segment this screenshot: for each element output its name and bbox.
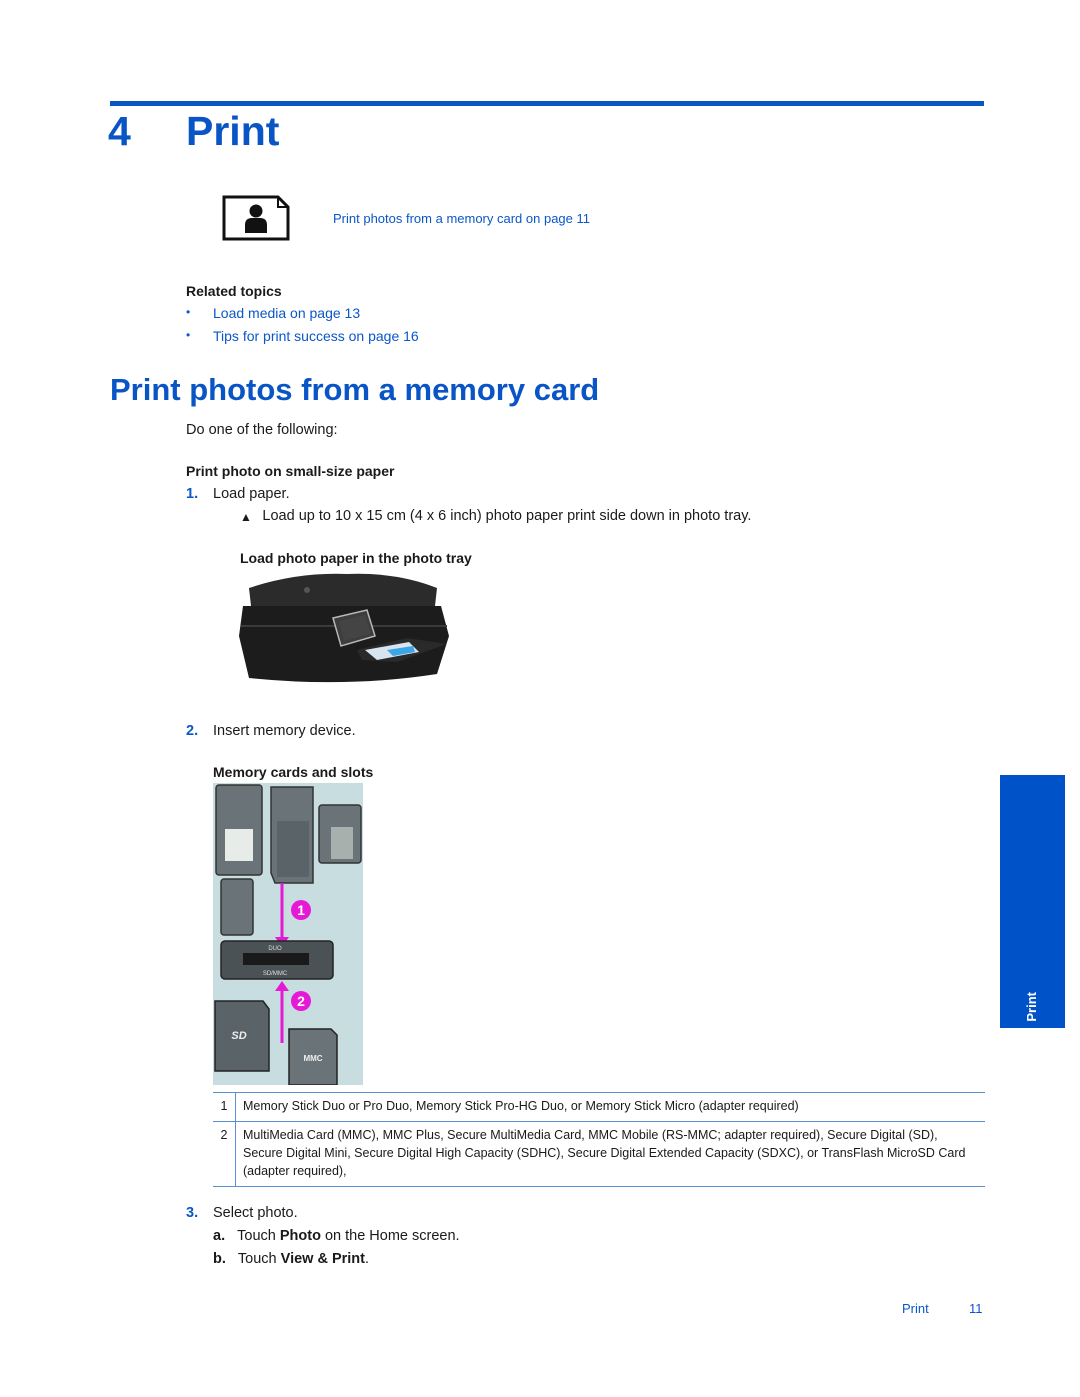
substep: b. Touch View & Print.: [213, 1251, 370, 1267]
ui-term-photo: Photo: [279, 1228, 321, 1244]
step-note: Load up to 10 x 15 cm (4 x 6 inch) photo…: [262, 508, 752, 524]
chapter-number: 4: [108, 108, 131, 154]
callout-1-label: 1: [297, 902, 305, 918]
substep-letter: a.: [213, 1228, 226, 1244]
sd-card-label: SD: [231, 1030, 246, 1042]
related-link-load-media[interactable]: Load media on page 13: [213, 305, 360, 321]
slot-label-sdmmc: SD/MMC: [263, 971, 288, 977]
step-text: Insert memory device.: [213, 723, 356, 739]
table-row: 1 Memory Stick Duo or Pro Duo, Memory St…: [213, 1092, 985, 1122]
substep-letter: b.: [213, 1251, 226, 1267]
footer-section-name: Print: [902, 1301, 929, 1316]
figure-caption-memory-cards: Memory cards and slots: [213, 764, 374, 780]
slot-label-duo: DUO: [268, 946, 282, 952]
chapter-side-tab: Print: [1000, 775, 1065, 1028]
table-cell-description: Memory Stick Duo or Pro Duo, Memory Stic…: [243, 1099, 799, 1113]
step-number: 2.: [186, 723, 199, 739]
substep: a. Touch Photo on the Home screen.: [213, 1228, 460, 1244]
table-cell-number: 1: [213, 1092, 236, 1122]
chapter-title: Print: [186, 108, 280, 154]
step-number: 3.: [186, 1205, 199, 1221]
memory-cards-illustration: 1 DUO SD/MMC 2 SD MMC: [213, 783, 363, 1085]
related-link-tips[interactable]: Tips for print success on page 16: [213, 328, 419, 344]
callout-2-label: 2: [297, 993, 305, 1009]
chapter-rule: [110, 101, 984, 106]
table-row: 2 MultiMedia Card (MMC), MMC Plus, Secur…: [213, 1121, 985, 1187]
ui-term-view-print: View & Print: [280, 1251, 365, 1267]
step-number: 1.: [186, 486, 199, 502]
photo-document-icon: [222, 195, 290, 241]
intro-text: Do one of the following:: [186, 422, 338, 438]
related-topics-heading: Related topics: [186, 283, 282, 299]
side-tab-label: Print: [1024, 992, 1039, 1022]
step-text: Select photo.: [213, 1205, 298, 1221]
table-cell-number: 2: [213, 1121, 236, 1187]
mmc-card-label: MMC: [303, 1054, 322, 1063]
toc-link-print-photos[interactable]: Print photos from a memory card on page …: [333, 211, 590, 226]
printer-photo-illustration: [239, 573, 449, 683]
bullet-icon: •: [186, 328, 191, 342]
step-text: Load paper.: [213, 486, 290, 502]
figure-caption-photo-tray: Load photo paper in the photo tray: [240, 550, 472, 566]
table-cell-description: MultiMedia Card (MMC), MMC Plus, Secure …: [243, 1128, 966, 1178]
memory-card-table: 1 Memory Stick Duo or Pro Duo, Memory St…: [213, 1092, 985, 1187]
section-title: Print photos from a memory card: [110, 372, 600, 407]
bullet-icon: •: [186, 305, 191, 319]
subheading-small-paper: Print photo on small-size paper: [186, 463, 395, 479]
footer-page-number: 11: [969, 1301, 983, 1316]
